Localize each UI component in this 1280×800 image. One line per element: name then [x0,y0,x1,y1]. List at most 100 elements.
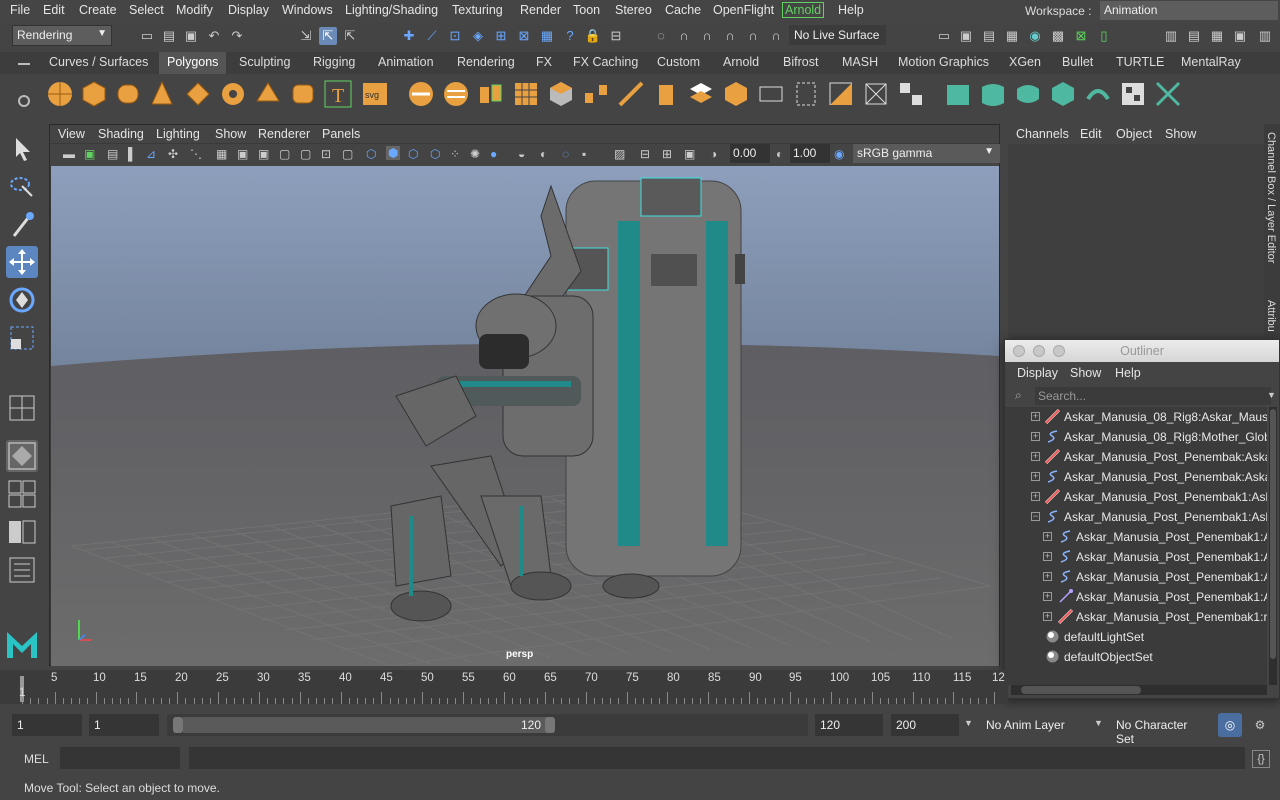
snap-grid-icon[interactable]: ✚ [400,27,418,45]
menu-create[interactable]: Create [79,3,117,17]
layout-outliner-icon[interactable] [6,554,38,586]
wire-on-shaded-icon[interactable]: ▣ [258,147,269,161]
arnold-render-icon[interactable]: ⊠ [1072,27,1090,45]
collapse-toggle-icon[interactable]: − [1031,512,1040,521]
snap-point-icon[interactable]: ⊡ [446,27,464,45]
uv-planar-icon[interactable] [943,79,973,109]
arnold-view-icon[interactable]: ▯ [1095,27,1113,45]
tab-bifrost[interactable]: Bifrost [783,55,818,69]
lasso-icon[interactable]: ◌ [652,27,670,45]
tab-fx[interactable]: FX [536,55,552,69]
command-input[interactable] [60,747,180,769]
tab-attribute-editor[interactable]: Attribu [1265,300,1277,332]
collapse-icon[interactable] [861,79,891,109]
scene-render[interactable] [51,166,999,666]
colorspace-select[interactable]: sRGB gamma ▼ [853,144,1000,163]
extrude-icon[interactable] [651,79,681,109]
render-view-icon[interactable]: ▦ [1003,27,1021,45]
expand-toggle-icon[interactable]: + [1031,492,1040,501]
menu-cache[interactable]: Cache [665,3,701,17]
tab-xgen[interactable]: XGen [1009,55,1041,69]
chevron-down-icon[interactable]: ▼ [1267,390,1276,400]
select-component-icon[interactable]: ⇱ [341,27,359,45]
outliner-menu-display[interactable]: Display [1017,366,1058,380]
selection-mask-icon[interactable]: ⊟ [607,27,625,45]
new-scene-icon[interactable]: ▭ [138,27,156,45]
tab-polygons[interactable]: Polygons [159,52,227,74]
script-editor-icon[interactable]: {} [1252,750,1270,768]
menu-display[interactable]: Display [228,3,269,17]
select-object-icon[interactable]: ⇱ [319,27,337,45]
target-weld-icon[interactable] [791,79,821,109]
list-item[interactable]: + Askar_Manusia_Post_Penembak1:rif [1005,607,1267,627]
lock-icon[interactable]: 🔒 [584,27,602,45]
ipr-render-icon[interactable]: ▤ [980,27,998,45]
redo-icon[interactable]: ↷ [228,27,246,45]
separate-icon[interactable] [441,79,471,109]
viewport-menu-show[interactable]: Show [215,127,246,141]
layout-four-icon[interactable] [6,440,38,472]
viewport-menu-panels[interactable]: Panels [322,127,360,141]
tab-rigging[interactable]: Rigging [313,55,355,69]
end-frame-field[interactable]: 200 [891,714,959,736]
menu-openflight[interactable]: OpenFlight [713,3,774,17]
paint-select-tool-icon[interactable] [6,210,38,242]
outliner-titlebar[interactable]: Outliner [1005,340,1279,362]
viewport-menu-renderer[interactable]: Renderer [258,127,310,141]
connect-icon[interactable] [826,79,856,109]
toggle-channel-box-icon[interactable]: ▣ [1231,27,1249,45]
layout-quad-icon[interactable] [6,478,38,510]
tab-channel-box[interactable]: Channel Box / Layer Editor [1265,132,1277,263]
list-item[interactable]: + Askar_Manusia_Post_Penembak1:As [1005,587,1267,607]
magnet-point-icon[interactable]: ∩ [721,27,739,45]
menu-windows[interactable]: Windows [282,3,333,17]
menu-toon[interactable]: Toon [573,3,600,17]
channel-menu-show[interactable]: Show [1165,127,1196,141]
lights-icon[interactable]: ▢ [300,147,311,161]
search-icon[interactable]: ⌕ [1015,388,1022,403]
wireframe-icon[interactable]: ▦ [216,147,227,161]
list-item[interactable]: + Askar_Manusia_Post_Penembak1:As [1005,567,1267,587]
fill-hole-icon[interactable] [721,79,751,109]
uv-cylindrical-icon[interactable] [978,79,1008,109]
tab-turtle[interactable]: TURTLE [1116,55,1164,69]
loop-icon[interactable]: ◌ [562,147,569,161]
gamma-icon[interactable]: ◐ [776,147,783,161]
expand-toggle-icon[interactable]: + [1043,552,1052,561]
channel-menu-edit[interactable]: Edit [1080,127,1102,141]
magnet-curve-icon[interactable]: ∩ [698,27,716,45]
outliner-horizontal-scrollbar[interactable] [1011,685,1267,695]
image-plane-icon[interactable]: ▌ [128,147,137,161]
pan-zoom-icon[interactable]: ▨ [614,147,625,161]
toggle-modeling-toolkit-icon[interactable]: ▥ [1162,27,1180,45]
combine-icon[interactable] [406,79,436,109]
magnet-live-icon[interactable]: ∩ [767,27,785,45]
outliner-vertical-scrollbar[interactable] [1269,407,1277,685]
poly-text-icon[interactable]: T [323,79,353,109]
expand-toggle-icon[interactable]: + [1031,472,1040,481]
merge-icon[interactable] [756,79,786,109]
grid-toggle-icon[interactable]: ⊿ [146,147,156,161]
menu-texturing[interactable]: Texturing [452,3,503,17]
tab-sculpting[interactable]: Sculpting [239,55,290,69]
smooth-icon[interactable] [511,79,541,109]
viewport-menu-shading[interactable]: Shading [98,127,144,141]
range-slider[interactable]: 1 120 [167,714,808,736]
tab-custom[interactable]: Custom [657,55,700,69]
list-item[interactable]: + Askar_Manusia_Post_Penembak:Askar_ [1005,447,1267,467]
anim-layer-select[interactable]: No Anim Layer [981,714,1083,736]
snap-center-icon[interactable]: ▦ [538,27,556,45]
motion-blur-icon[interactable]: ⁘ [450,147,460,161]
field-chart-icon[interactable]: ⊞ [662,147,672,161]
poly-plane-icon[interactable] [183,79,213,109]
viewport-menu-lighting[interactable]: Lighting [156,127,200,141]
tab-curves-surfaces[interactable]: Curves / Surfaces [49,55,148,69]
bevel-icon[interactable] [686,79,716,109]
uv-editor-icon[interactable] [1153,79,1183,109]
menu-arnold[interactable]: Arnold [782,2,825,18]
camera-attributes-icon[interactable]: ▣ [84,147,95,161]
render-frame-icon[interactable]: ▣ [957,27,975,45]
menu-render[interactable]: Render [520,3,561,17]
rotate-tool-icon[interactable] [6,284,38,316]
menu-select[interactable]: Select [129,3,164,17]
